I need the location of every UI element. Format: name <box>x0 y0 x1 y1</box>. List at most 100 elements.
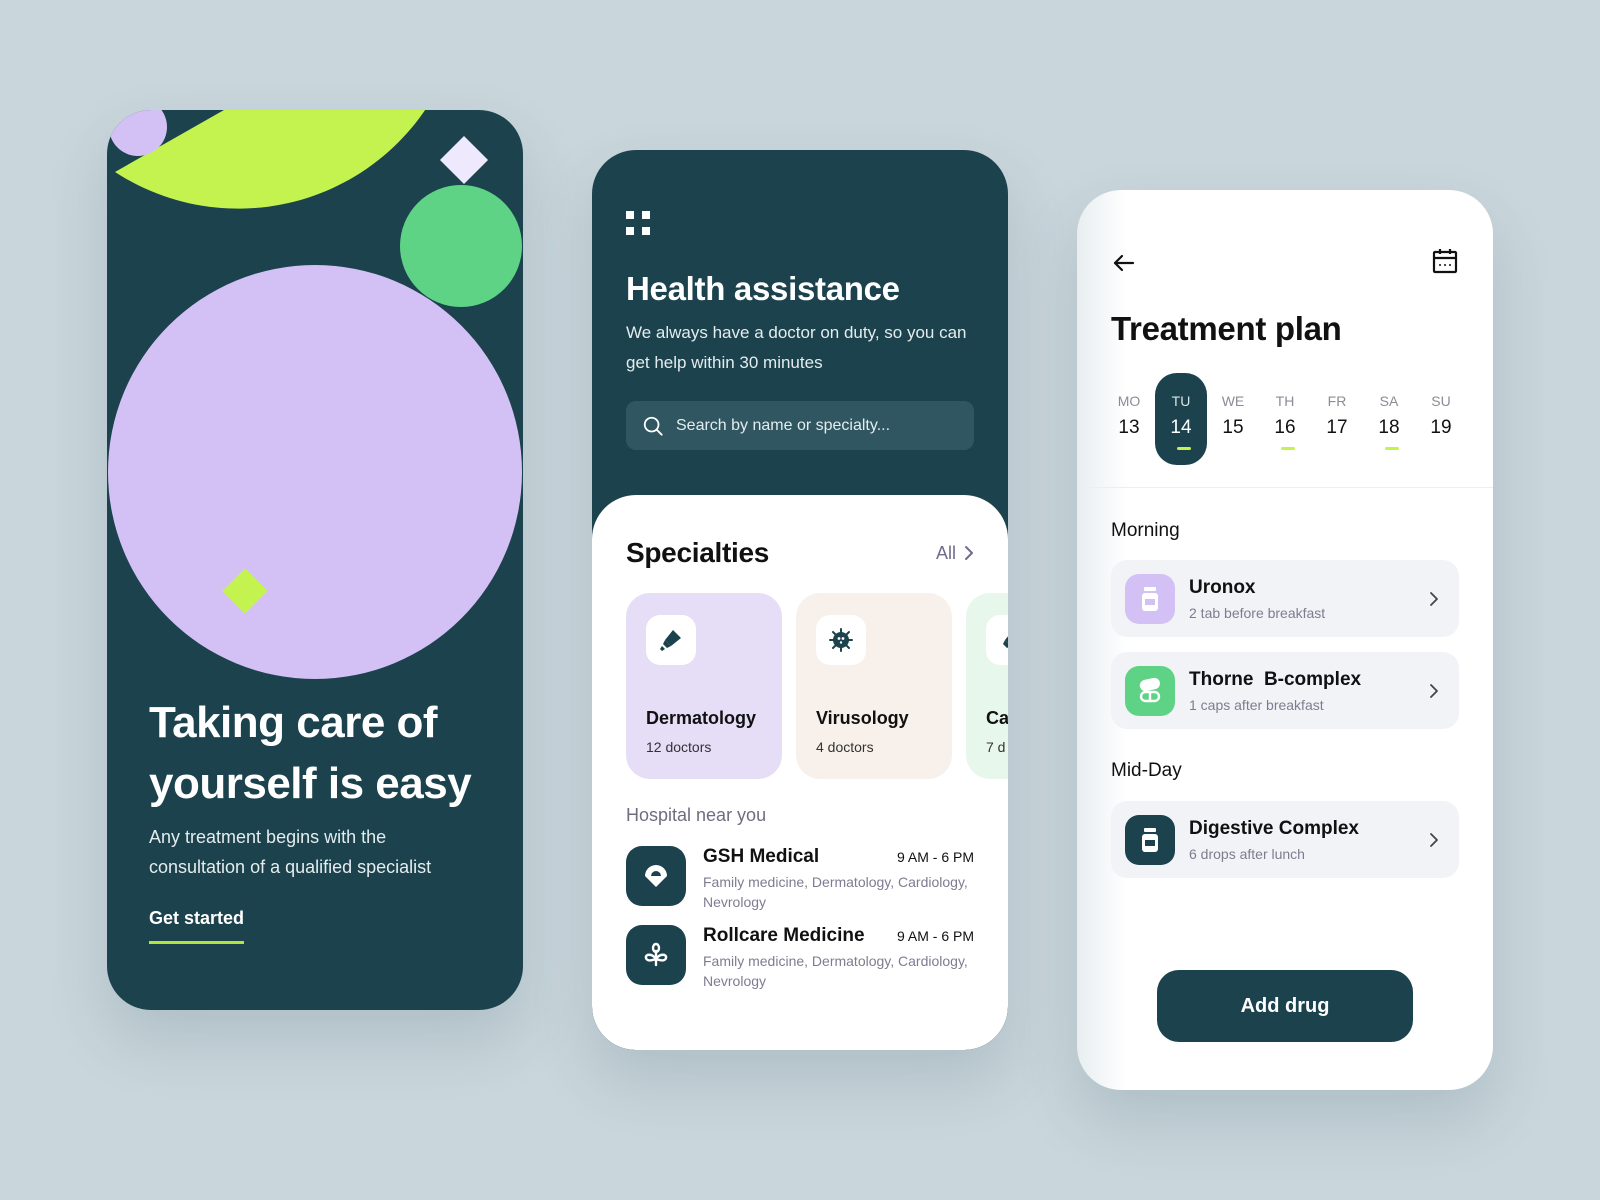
day-date: 15 <box>1222 417 1244 438</box>
green-circle-shape <box>400 185 522 307</box>
medication-item[interactable]: Digestive Complex 6 drops after lunch <box>1111 801 1459 878</box>
medication-info: Thorne B-complex 1 caps after breakfast <box>1189 669 1429 713</box>
sprout-logo-icon <box>626 925 686 985</box>
onboarding-subtitle: Any treatment begins with the consultati… <box>149 822 493 882</box>
subtitle-line-1: Any treatment begins with the <box>149 827 387 847</box>
hospital-hours: 9 AM - 6 PM <box>896 928 974 944</box>
specialty-count: 4 doctors <box>816 739 874 755</box>
onboarding-screen: Taking care of yourself is easy Any trea… <box>107 110 523 1010</box>
hospital-item[interactable]: GSH Medical 9 AM - 6 PM Family medicine,… <box>626 846 974 912</box>
day-date: 16 <box>1274 417 1296 438</box>
medication-dose: 1 caps after breakfast <box>1189 696 1324 713</box>
capsules-icon <box>1125 665 1175 716</box>
dose-indicator <box>1281 447 1295 450</box>
hospitals-title: Hospital near you <box>626 805 767 825</box>
medication-info: Digestive Complex 6 drops after lunch <box>1189 818 1429 862</box>
hospital-name: GSH Medical <box>703 846 820 867</box>
hospital-hours: 9 AM - 6 PM <box>896 849 974 865</box>
specialty-name: Virusology <box>816 708 909 728</box>
see-all-label: All <box>935 542 956 563</box>
treatment-plan-screen: Treatment plan MO 13 TU 14 WE 15 TH 16 F… <box>1077 190 1493 1090</box>
get-started-button[interactable]: Get started <box>149 908 245 944</box>
subtitle-line-2: consultation of a qualified specialist <box>149 857 432 877</box>
pill-bottle-icon <box>1125 814 1175 865</box>
hospital-info: Rollcare Medicine 9 AM - 6 PM Family med… <box>703 925 974 991</box>
day-date: 17 <box>1326 417 1348 438</box>
day-thursday[interactable]: TH 16 <box>1259 373 1311 465</box>
medication-item[interactable]: Thorne B-complex 1 caps after breakfast <box>1111 652 1459 729</box>
search-input[interactable]: Search by name or specialty... <box>626 401 974 450</box>
day-name: SA <box>1379 393 1399 409</box>
specialty-name: Dermatology <box>646 708 757 728</box>
chevron-right-icon <box>1430 832 1438 847</box>
virus-icon <box>816 615 866 665</box>
large-lavender-circle-shape <box>108 265 522 679</box>
home-title: Health assistance <box>626 270 900 307</box>
specialties-carousel[interactable]: Dermatology 12 doctors Virusology 4 doct… <box>626 593 1008 779</box>
hospital-specialties: Family medicine, Dermatology, Cardiology… <box>703 953 968 989</box>
day-sunday[interactable]: SU 19 <box>1415 373 1467 465</box>
medication-dose: 2 tab before breakfast <box>1189 604 1326 621</box>
day-name: SU <box>1431 393 1451 409</box>
grid-icon[interactable] <box>626 211 652 237</box>
search-placeholder: Search by name or specialty... <box>676 416 891 434</box>
hospital-name: Rollcare Medicine <box>703 925 865 946</box>
hospital-item[interactable]: Rollcare Medicine 9 AM - 6 PM Family med… <box>626 925 974 991</box>
home-screen: Health assistance We always have a docto… <box>592 150 1008 1050</box>
day-name: FR <box>1327 393 1347 409</box>
home-content: Specialties All Dermatology 12 doctors V… <box>592 495 1008 1050</box>
specialty-count: 7 d <box>986 739 1006 755</box>
arrow-left-icon[interactable] <box>1111 250 1137 276</box>
day-date: 18 <box>1378 417 1400 438</box>
period-label-morning: Morning <box>1111 520 1180 541</box>
specialty-name: Ca <box>986 708 1008 728</box>
treatment-title: Treatment plan <box>1111 310 1342 347</box>
day-friday[interactable]: FR 17 <box>1311 373 1363 465</box>
medication-name: Uronox <box>1189 576 1256 598</box>
specialty-count: 12 doctors <box>646 739 712 755</box>
chevron-right-icon <box>965 546 973 560</box>
gsh-logo-icon <box>626 846 686 906</box>
period-label-mid-day: Mid-Day <box>1111 760 1182 781</box>
hospital-specialties: Family medicine, Dermatology, Cardiology… <box>703 874 968 910</box>
cream-tube-icon <box>646 615 696 665</box>
home-subtitle: We always have a doctor on duty, so you … <box>626 323 967 372</box>
onboarding-text: Taking care of yourself is easy Any trea… <box>149 692 493 944</box>
cream-tube-icon <box>986 615 1008 665</box>
see-all-link[interactable]: All <box>936 543 974 564</box>
day-monday[interactable]: MO 13 <box>1103 373 1155 465</box>
specialty-card-dermatology[interactable]: Dermatology 12 doctors <box>626 593 782 779</box>
day-date: 14 <box>1170 417 1192 438</box>
dose-indicator <box>1177 447 1191 450</box>
day-name: TH <box>1275 393 1295 409</box>
title-line-1: Taking care of <box>149 698 438 747</box>
pill-bottle-icon <box>1125 573 1175 624</box>
medication-name: Thorne B-complex <box>1189 668 1362 690</box>
medication-name: Digestive Complex <box>1189 817 1359 839</box>
chevron-right-icon <box>1430 683 1438 698</box>
day-date: 19 <box>1430 417 1452 438</box>
day-name: TU <box>1171 393 1191 409</box>
day-saturday[interactable]: SA 18 <box>1363 373 1415 465</box>
title-line-2: yourself is easy <box>149 759 472 808</box>
calendar-icon[interactable] <box>1431 247 1459 275</box>
onboarding-title: Taking care of yourself is easy <box>149 692 493 814</box>
medication-dose: 6 drops after lunch <box>1189 845 1305 862</box>
dose-indicator <box>1385 447 1399 450</box>
medication-info: Uronox 2 tab before breakfast <box>1189 577 1429 621</box>
day-tuesday[interactable]: TU 14 <box>1155 373 1207 465</box>
day-date: 13 <box>1118 417 1140 438</box>
hospital-info: GSH Medical 9 AM - 6 PM Family medicine,… <box>703 846 974 912</box>
medication-item[interactable]: Uronox 2 tab before breakfast <box>1111 560 1459 637</box>
week-selector: MO 13 TU 14 WE 15 TH 16 FR 17 SA 18 SU 1… <box>1103 373 1467 465</box>
divider <box>1077 487 1493 488</box>
specialties-title: Specialties <box>626 537 770 568</box>
specialty-card-cardiology[interactable]: Ca 7 d <box>966 593 1008 779</box>
specialty-card-virusology[interactable]: Virusology 4 doctors <box>796 593 952 779</box>
chevron-right-icon <box>1430 591 1438 606</box>
day-wednesday[interactable]: WE 15 <box>1207 373 1259 465</box>
specialties-header: Specialties All <box>626 537 974 569</box>
day-name: MO <box>1117 393 1141 409</box>
add-drug-button[interactable]: Add drug <box>1157 970 1413 1042</box>
search-icon <box>643 416 663 436</box>
